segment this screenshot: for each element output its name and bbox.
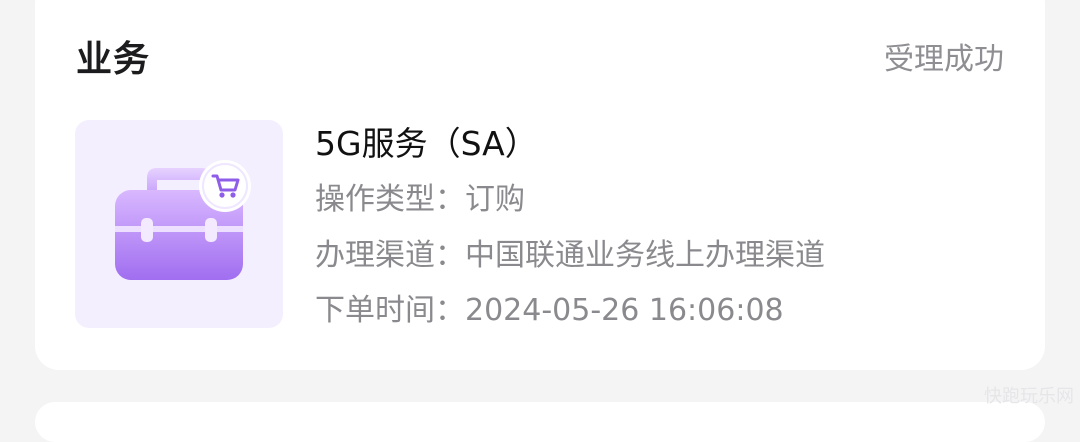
detail-row-order-time: 下单时间：2024-05-26 16:06:08 <box>315 289 784 333</box>
detail-row-operation-type: 操作类型：订购 <box>315 178 525 222</box>
briefcase-cart-icon <box>115 160 251 280</box>
status-label: 受理成功 <box>884 42 1004 77</box>
service-name: 5G服务（SA） <box>315 124 538 163</box>
detail-row-channel: 办理渠道：中国联通业务线上办理渠道 <box>315 234 825 278</box>
detail-label: 下单时间： <box>315 293 465 328</box>
watermark: 快跑玩乐网 <box>984 386 1074 407</box>
detail-label: 操作类型： <box>315 182 465 217</box>
section-title: 业务 <box>76 39 151 80</box>
detail-value: 中国联通业务线上办理渠道 <box>465 238 825 273</box>
detail-value: 2024-05-26 16:06:08 <box>465 293 784 328</box>
detail-label: 办理渠道： <box>315 238 465 273</box>
service-thumbnail[interactable] <box>75 120 283 328</box>
next-card <box>35 402 1045 442</box>
detail-value: 订购 <box>465 182 525 217</box>
